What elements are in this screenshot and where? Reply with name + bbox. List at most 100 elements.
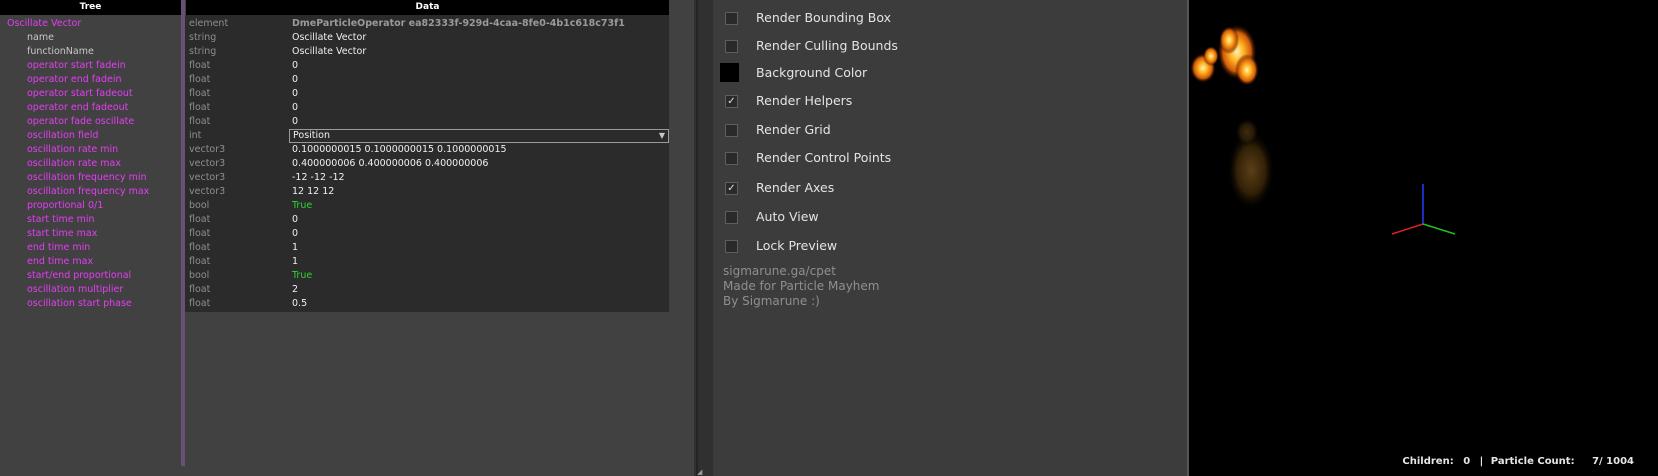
property-row[interactable]: proportional 0/1 bool True <box>0 199 670 213</box>
splitter-grip[interactable] <box>696 0 698 476</box>
data-column-header[interactable]: Data <box>186 0 669 15</box>
option-label[interactable]: Lock Preview <box>756 238 837 254</box>
checkbox-checked[interactable]: ✓ <box>725 182 738 195</box>
property-row[interactable]: oscillation frequency max vector3 12 12 12 <box>0 185 670 199</box>
property-row[interactable]: start time max float 0 <box>0 227 670 241</box>
property-value[interactable]: 0 <box>292 115 298 129</box>
property-row[interactable]: start/end proportional bool True <box>0 269 670 283</box>
property-value[interactable]: 0 <box>292 227 298 241</box>
property-name[interactable]: operator fade oscillate <box>27 115 134 129</box>
property-value[interactable]: Oscillate Vector <box>292 31 366 45</box>
property-row[interactable]: oscillation field int Position ▼ <box>0 129 670 143</box>
property-name[interactable]: proportional 0/1 <box>27 199 103 213</box>
y-axis <box>1422 223 1456 235</box>
preview-viewport[interactable]: Children: 0 | Particle Count: 7/ 1004 <box>1187 0 1658 476</box>
property-name[interactable]: operator start fadeout <box>27 87 133 101</box>
property-name[interactable]: end time max <box>27 255 93 269</box>
property-value[interactable]: 0.1000000015 0.1000000015 0.1000000015 <box>292 143 507 157</box>
property-value[interactable]: 0 <box>292 101 298 115</box>
checkbox[interactable] <box>725 211 738 224</box>
checkbox[interactable] <box>725 124 738 137</box>
option-label[interactable]: Auto View <box>756 209 819 225</box>
property-name[interactable]: operator start fadein <box>27 59 126 73</box>
option-label[interactable]: Render Control Points <box>756 150 891 166</box>
property-value[interactable]: -12 -12 -12 <box>292 171 345 185</box>
property-value[interactable]: 1 <box>292 255 298 269</box>
option-label[interactable]: Render Helpers <box>756 93 852 109</box>
property-row[interactable]: operator start fadeout float 0 <box>0 87 670 101</box>
option-label[interactable]: Render Bounding Box <box>756 10 891 26</box>
property-row[interactable]: oscillation multiplier float 2 <box>0 283 670 297</box>
property-name[interactable]: oscillation rate min <box>27 143 118 157</box>
property-value[interactable]: DmeParticleOperator ea82333f-929d-4caa-8… <box>292 17 625 31</box>
property-row[interactable]: operator end fadein float 0 <box>0 73 670 87</box>
property-row[interactable]: Oscillate Vector element DmeParticleOperat… <box>0 17 670 31</box>
checkbox[interactable] <box>725 12 738 25</box>
property-row[interactable]: operator start fadein float 0 <box>0 59 670 73</box>
color-swatch[interactable] <box>720 63 739 82</box>
property-row[interactable]: operator fade oscillate float 0 <box>0 115 670 129</box>
checkbox-checked[interactable]: ✓ <box>725 95 738 108</box>
property-type: float <box>189 256 211 267</box>
checkbox[interactable] <box>725 240 738 253</box>
property-value[interactable]: 0 <box>292 213 298 227</box>
property-name[interactable]: oscillation rate max <box>27 157 121 171</box>
property-type: vector3 <box>189 158 226 169</box>
chevron-down-icon[interactable]: ▼ <box>659 129 665 143</box>
property-name[interactable]: oscillation field <box>27 129 98 143</box>
option-label[interactable]: Background Color <box>756 65 867 81</box>
children-count: 0 <box>1463 456 1471 467</box>
property-row[interactable]: name string Oscillate Vector <box>0 31 670 45</box>
property-row[interactable]: oscillation start phase float 0.5 <box>0 297 670 311</box>
property-row[interactable]: end time min float 1 <box>0 241 670 255</box>
property-value[interactable]: 12 12 12 <box>292 185 334 199</box>
property-type: string <box>189 46 217 57</box>
option-label[interactable]: Render Axes <box>756 180 834 196</box>
property-name[interactable]: operator end fadein <box>27 73 122 87</box>
property-row[interactable]: operator end fadeout float 0 <box>0 101 670 115</box>
property-name[interactable]: oscillation multiplier <box>27 283 123 297</box>
property-type: float <box>189 214 211 225</box>
option-label[interactable]: Render Grid <box>756 122 831 138</box>
option-label[interactable]: Render Culling Bounds <box>756 38 898 54</box>
property-row[interactable]: oscillation rate min vector3 0.1000000015 … <box>0 143 670 157</box>
property-value[interactable]: 2 <box>292 283 298 297</box>
property-name[interactable]: operator end fadeout <box>27 101 128 115</box>
property-name[interactable]: name <box>27 31 54 45</box>
preview-scene <box>1190 24 1456 235</box>
property-name[interactable]: oscillation start phase <box>27 297 132 311</box>
property-row[interactable]: functionName string Oscillate Vector <box>0 45 670 59</box>
fire-particles <box>1190 24 1259 86</box>
status-separator: | <box>1479 456 1484 467</box>
check-icon: ✓ <box>727 96 736 107</box>
property-row[interactable]: oscillation frequency min vector3 -12 -12 … <box>0 171 670 185</box>
property-value[interactable]: True <box>292 199 312 213</box>
property-name[interactable]: start time min <box>27 213 95 227</box>
property-value[interactable]: 1 <box>292 241 298 255</box>
property-name[interactable]: oscillation frequency min <box>27 171 147 185</box>
property-value[interactable]: 0.400000006 0.400000006 0.400000006 <box>292 157 488 171</box>
property-value[interactable]: Oscillate Vector <box>292 45 366 59</box>
property-row[interactable]: end time max float 1 <box>0 255 670 269</box>
property-name[interactable]: Oscillate Vector <box>7 17 81 31</box>
property-row[interactable]: oscillation rate max vector3 0.400000006 0… <box>0 157 670 171</box>
property-type: bool <box>189 270 210 281</box>
property-value[interactable]: True <box>292 269 312 283</box>
property-value[interactable]: 0 <box>292 73 298 87</box>
property-name[interactable]: oscillation frequency max <box>27 185 149 199</box>
property-name[interactable]: start/end proportional <box>27 269 131 283</box>
panel-splitter[interactable]: ◢ <box>694 0 713 476</box>
tree-column-header[interactable]: Tree <box>0 0 181 15</box>
checkbox[interactable] <box>725 152 738 165</box>
property-type: vector3 <box>189 144 226 155</box>
property-type: float <box>189 116 211 127</box>
property-name[interactable]: end time min <box>27 241 90 255</box>
property-value[interactable]: 0 <box>292 59 298 73</box>
property-value[interactable]: 0 <box>292 87 298 101</box>
property-name[interactable]: functionName <box>27 45 94 59</box>
property-row[interactable]: start time min float 0 <box>0 213 670 227</box>
checkbox[interactable] <box>725 40 738 53</box>
property-name[interactable]: start time max <box>27 227 97 241</box>
oscillation-field-select[interactable]: Position ▼ <box>289 129 669 143</box>
property-value[interactable]: 0.5 <box>292 297 307 311</box>
